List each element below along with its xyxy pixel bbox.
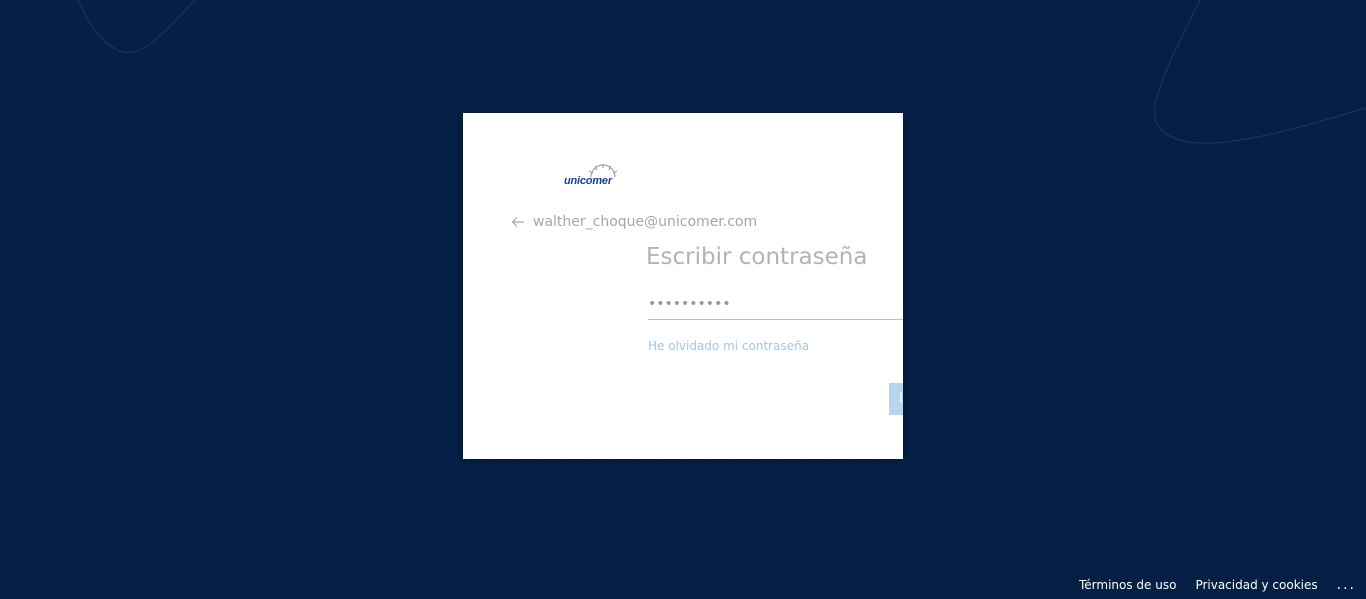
privacy-link[interactable]: Privacidad y cookies <box>1195 578 1317 592</box>
terms-link[interactable]: Términos de uso <box>1079 578 1176 592</box>
identity-back-button[interactable]: walther_choque@unicomer.com <box>511 212 757 232</box>
signin-card: unicomer walther_choque@unicomer.com Esc… <box>463 113 903 459</box>
footer: Términos de uso Privacidad y cookies ... <box>1060 577 1356 593</box>
more-options-button[interactable]: ... <box>1337 577 1356 593</box>
password-input[interactable] <box>648 289 903 320</box>
forgot-password-link[interactable]: He olvidado mi contraseña <box>648 339 809 353</box>
unicomer-logo: unicomer <box>563 163 623 191</box>
logo-wordmark: unicomer <box>564 175 612 187</box>
page-title: Escribir contraseña <box>646 244 868 270</box>
identity-email: walther_choque@unicomer.com <box>533 214 758 230</box>
signin-button[interactable]: I <box>889 383 903 415</box>
arrow-left-icon <box>511 217 524 227</box>
